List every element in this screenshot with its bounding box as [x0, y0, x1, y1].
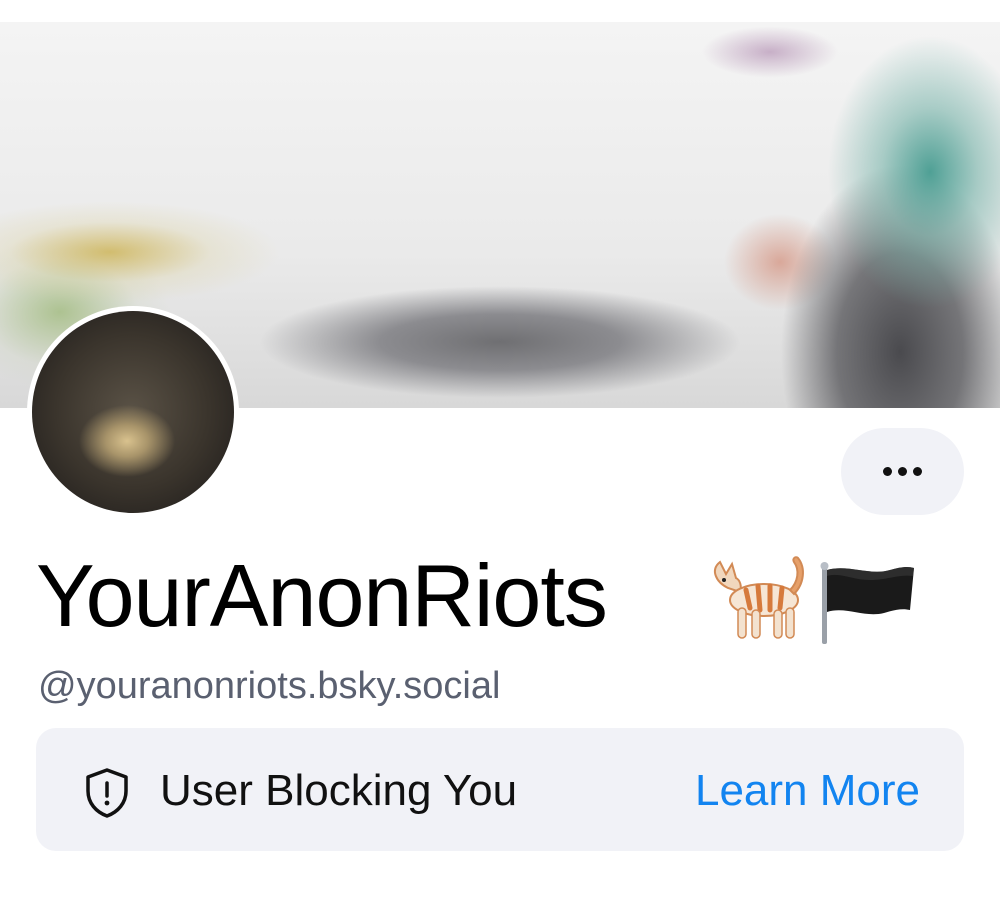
user-handle: @youranonriots.bsky.social: [38, 665, 501, 707]
cat-emoji: [713, 556, 804, 639]
shield-alert-icon: [86, 768, 128, 818]
blocking-notice-text: User Blocking You: [160, 766, 518, 815]
avatar[interactable]: [27, 306, 239, 518]
display-name: YourAnonRiots: [36, 546, 608, 645]
more-options-button[interactable]: [841, 428, 964, 515]
avatar-image: [32, 311, 234, 513]
learn-more-link[interactable]: Learn More: [695, 766, 920, 816]
more-horizontal-icon: [883, 467, 922, 476]
black-flag-emoji: [820, 562, 914, 644]
